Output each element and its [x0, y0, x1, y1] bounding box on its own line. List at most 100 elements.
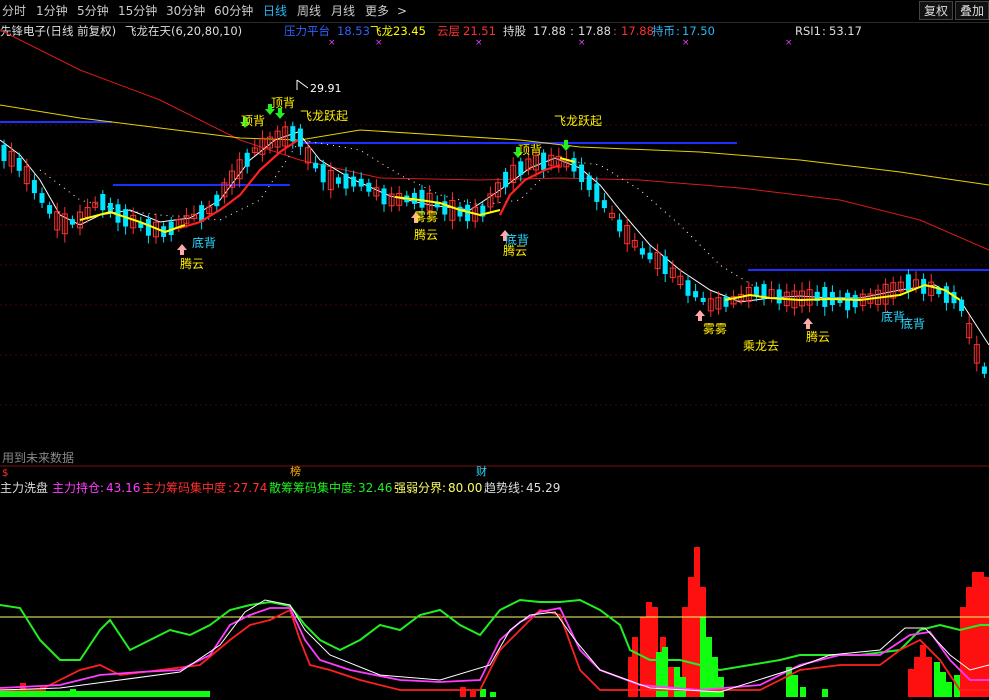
candle-body — [845, 292, 851, 311]
indicator-bar-green — [792, 675, 798, 697]
zhuli-position-line — [0, 606, 989, 691]
indicator-bar-green — [662, 647, 668, 697]
future-data-note: 用到未来数据 — [2, 451, 75, 465]
bang-mark[interactable]: 榜 — [290, 465, 301, 478]
candle-body — [685, 280, 691, 296]
candlesticks — [1, 120, 987, 379]
indicator-bar-green — [954, 675, 960, 697]
candle-body — [700, 297, 706, 302]
indicator-bar-green — [940, 672, 946, 697]
strength-value: 80.00 — [448, 481, 483, 495]
indicator-bar-green — [0, 691, 210, 697]
indicator-bar-red — [960, 607, 966, 697]
candle-body — [959, 299, 965, 312]
candle-body — [586, 175, 592, 190]
candle-body — [47, 205, 53, 214]
indicator-bar-green — [80, 692, 86, 697]
indicator-bar-red — [920, 645, 926, 697]
zhuli-chip-colon: : — [228, 481, 233, 495]
signal-chenglongqu: 乘龙去 — [743, 339, 780, 353]
indicator-bar-green — [70, 689, 76, 697]
signal-tengyun-3: 腾云 — [503, 244, 528, 258]
candle-body — [145, 219, 151, 236]
indicator-bar-red — [632, 637, 638, 697]
zhuli-chip-value: 27.74 — [233, 481, 268, 495]
candle-body — [343, 173, 349, 189]
signal-liaowu-1: 雾雾 — [414, 210, 439, 224]
trend-value: 45.29 — [526, 481, 561, 495]
indicator-bar-red — [60, 691, 66, 697]
signal-liaowu-2: 雾雾 — [703, 322, 728, 336]
kline-main-chart[interactable] — [0, 0, 989, 478]
candle-body — [39, 193, 45, 203]
signal-feilong-1: 飞龙跃起 — [300, 109, 349, 123]
indicator-bar-green — [822, 689, 828, 697]
candle-body — [852, 294, 858, 308]
candle-body — [571, 158, 577, 172]
candle-body — [647, 252, 653, 260]
indicator-bar-green — [680, 677, 686, 697]
indicator-bar-green — [934, 662, 940, 697]
signal-dingbei-1: 顶背 — [241, 114, 266, 128]
zhuli-chip-line — [0, 608, 989, 691]
candle-body — [358, 178, 364, 187]
up-arrow-icon — [695, 310, 705, 321]
indicator-bar-red — [640, 617, 646, 697]
indicator-bar-red — [694, 547, 700, 697]
trend-label: 趋势线 — [484, 481, 521, 495]
candle-body — [313, 162, 319, 169]
indicator-bar-red — [628, 657, 634, 697]
indicator-bar-red — [914, 657, 920, 697]
candle-body — [822, 287, 828, 307]
candle-body — [905, 274, 911, 292]
trend-line — [0, 599, 989, 693]
candle-body — [214, 194, 220, 207]
zhuli-colon: : — [100, 481, 105, 495]
candle-body — [457, 206, 463, 217]
signal-dingbei-3: 顶背 — [518, 143, 543, 157]
indicator-bar-red — [668, 667, 674, 697]
indicator-bar-red — [688, 577, 694, 697]
strength-label: 强弱分界 — [394, 481, 443, 495]
volume-bars — [0, 547, 989, 697]
long-ma-yellow-line — [0, 104, 989, 186]
indicator-bar-green — [706, 637, 712, 697]
indicator-bar-red — [652, 607, 658, 697]
candle-body — [943, 286, 949, 303]
strength-colon: : — [442, 481, 447, 495]
candle-body — [335, 177, 341, 184]
indicator-bar-red — [682, 607, 688, 697]
signal-dibei-1: 底背 — [192, 236, 217, 250]
candle-body — [419, 189, 425, 208]
indicator-bar-green — [480, 689, 486, 697]
trend-colon: : — [520, 481, 525, 495]
sanhu-chip-label: 散筹筹码集中度 — [269, 481, 354, 495]
candle-body — [503, 171, 509, 188]
candle-body — [1, 144, 7, 162]
candle-body — [639, 248, 645, 255]
indicator-bar-red — [700, 587, 706, 697]
up-arrow-icon — [803, 318, 813, 329]
signal-feilong-2: 飞龙跃起 — [554, 114, 603, 128]
cai-mark[interactable]: 财 — [476, 465, 487, 478]
candle-body — [381, 188, 387, 205]
indicator-bar-green — [674, 667, 680, 697]
candle-body — [31, 180, 37, 194]
candle-body — [244, 152, 250, 167]
indicator-bar-red — [926, 657, 932, 697]
indicator-bar-red — [966, 587, 972, 697]
signal-dibei-4: 底背 — [901, 317, 926, 331]
candle-body — [16, 157, 22, 171]
candle-body — [351, 176, 357, 187]
signal-tengyun-2: 腾云 — [414, 228, 439, 242]
zhuli-value: 43.16 — [106, 481, 141, 495]
pressure-platform-lines — [0, 121, 989, 271]
candle-body — [981, 366, 987, 374]
candle-body — [297, 128, 303, 147]
indicator-bar-red — [646, 602, 652, 697]
zhuli-label: 主力持仓 — [52, 481, 101, 495]
candle-body — [366, 182, 372, 192]
candle-body — [723, 296, 729, 307]
zhuli-chip-label: 主力筹码集中度 — [142, 481, 227, 495]
indicator-bar-red — [470, 691, 476, 697]
